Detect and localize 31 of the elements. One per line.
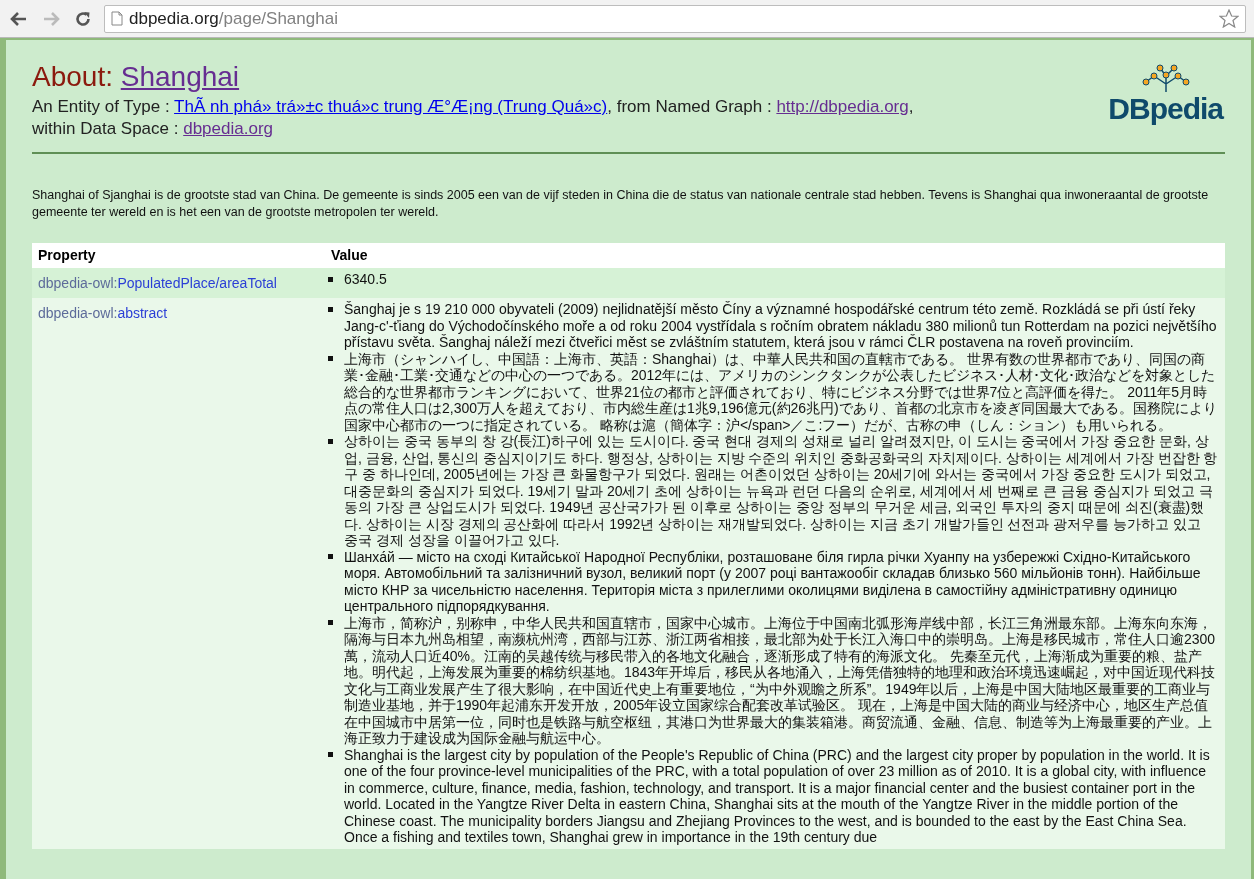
bullet-icon <box>328 356 333 361</box>
page-title: About: <box>32 61 113 92</box>
column-header: Value <box>325 243 1225 268</box>
column-header: Property <box>32 243 325 268</box>
page-icon <box>111 11 123 26</box>
bullet-icon <box>328 438 333 444</box>
property-value: 上海市，简称沪，别称申，中华人民共和国直辖市，国家中心城市。上海位于中国南北弧形海岸线中部，长江三角洲最东部。上海东向东海，隔海与日本九州岛相望，南濒杭州湾，西部与江苏、浙江两省相接，最北部为处于长江入海口中的崇明岛。上海是移民城市，常住人口逾2300萬，流动人口近40%。江南的吴越传统与移民带入的各地文化融合，逐渐形成了特有的海派文化。 先秦至元代，上海渐成为重要的粮、盐产地。明代起，上海发展为重要的棉纺织基地。1843年开埠后，移民从各地涌入，上海凭借独特的地理和政治环境迅速崛起，对中国近现代科技文化与工商业发展产生了很大影响，在中国近代史上有重要地位，“为中外观瞻之所系”。1949年以后，上海是中国大陆地区最重要的工商业与制造业基地，并于1990年起浦东开发开放，2005年设立国家综合配套改革试验区。 现在，上海是中国大陆的商业与经济中心，地区生产总值在中国城市中居第一位，同时也是铁路与航空枢纽，其港口为世界最大的集装箱港。商贸流通、金融、信息、制造等为上海最重要的产业。上海正致力于建设成为国际金融与航运中心。 <box>344 614 1217 747</box>
logo-icon <box>1139 64 1192 94</box>
bullet-icon <box>328 752 333 757</box>
address-bar[interactable]: dbpedia.org/page/Shanghai <box>104 4 1246 33</box>
property-value: 6340.5 <box>344 271 387 288</box>
bullet-icon <box>328 306 333 312</box>
property-value: Шанха́й — місто на сході Китайської Народної Республіки, розташоване біля гирла річки Хуанпу на узбережжі Східно-Китайського моря. Автомобільний та залізничний вузол, великий порт (у 2007 році вантажообіг складав близько 560 мільйонів тонн). Найбільше місто КНР за чисельністю населення. Територія міста з прилеглими околицями виділена в самостійну адміністративну одиницю центрального підпорядкування. <box>344 548 1202 615</box>
property-value: 上海市（シャンハイし、中国語：上海市、英語：Shanghai）は、中華人民共和国の直轄市である。 世界有数の世界都市であり、同国の商業･金融･工業･交通などの中心の一つである。2012年には、アメリカのシンクタンクが公表したビジネス･人材･文化･政治などを対象とした総合的な世界都市ランキングにおいて、世界21位の都市と評価されており、特にビジネス分野では世界7位と高評価を得た。 2011年5月時点の常住人口は2,300万人を超えており、市内総生産は1兆9,196億元(約26兆円)であり、首都の北京市を凌ぎ同国最大である。国務院により国家中心都市の一つに指定されている。 略称は滬（簡体字：沪</span>／こ:フー）だが、古称の申（しん：ション）も用いられる。 <box>344 350 1218 433</box>
link[interactable]: ThÃ nh phá» trá»±c thuá»c trung Æ°Æ¡ng (Trung Quá»c) <box>174 97 608 116</box>
title-link[interactable]: Shanghai <box>120 61 240 92</box>
bullet-icon <box>328 620 333 625</box>
property-value: 상하이는 중국 동부의 창 강(長江)하구에 있는 도시이다. 중국 현대 경제의 성채로 널리 알려졌지만, 이 도시는 중국에서 가장 중요한 문화, 상업, 금융, 산업, 통신의 중심지이기도 하다. 행정상, 상하이는 지방 수준의 위치인 중화공화국의 자치제이다. 상하이는 세계에서 가장 번잡한 항구 중 하나인데, 2005년에는 가장 큰 화물항구가 되었다. 원래는 어촌이었던 상하이는 20세기에 와서는 중국에서 가장 중요한 도시가 되었고, 대중문화의 중심지가 되었다. 19세기 말과 20세기 초에 상하이는 뉴욕과 런던 다음의 순위로, 세계에서 세 번째로 큰 금융 중심지가 되었고 극동의 가장 큰 상업도시가 되었다. 1949년 공산국가가 된 이후로 상하이는 중앙 정부의 무거운 세금, 외국인 투자의 중지 때문에 쇠진(衰盡)했다. 상하이는 시장 경제의 공산화에 따라서 1992년 상하이는 재개발되었다. 상하이는 지금 초기 개발가들인 선전과 광저우를 능가하고 있고 중국 경제 성장을 이끌어가고 있다. <box>344 433 1219 549</box>
property-value: Šanghaj je s 19 210 000 obyvateli (2009) nejlidnatější město Číny a významné hospodářské centrum této země. Rozkládá se při ústí řeky Jang-c'-ťiang do Východočínského moře a od roku 2004 vystřídala s ročním obratem nákladu 380 milionů tun Rotterdam na pozici největšího přístavu světa. Šanghaj náleží mezi čtveřici měst se zvláštním statutem, která jsou v rámci ČLR postavena na roveň provinciím. <box>344 301 1218 351</box>
bullet-icon <box>328 276 333 282</box>
link[interactable]: http://dbpedia.org <box>776 97 909 116</box>
entity-description: An Entity of Type : ThÃ nh phá» trá»±c thuá»c trung Æ°Æ¡ng (Trung Quá»c), from Named Graph : http://dbpedia.org, within Data Space : dbpedia.org <box>32 96 914 140</box>
summary-text: Shanghai of Sjanghai is de grootste stad van China. De gemeente is sinds 2005 een van de vijf steden in China die de status van nationale centrale stad hebben. Tevens is Shanghai qua inwoneraantal de grootste gemeente ter wereld en is het een van de grootste metropolen ter wereld. <box>32 187 1210 221</box>
property-link[interactable]: dbpedia-owl:PopulatedPlace/areaTotal <box>38 275 277 291</box>
bookmark-star-icon[interactable] <box>1219 9 1239 28</box>
property-value: Shanghai is the largest city by population of the People's Republic of China (PRC) and the largest city proper by population in the world. It is one of the four province-level municipalities of the PRC, with a total population of over 23 million as of 2010. It is a global city, with influence in commerce, culture, finance, media, fashion, technology, and transport. It is a major financial center and the busiest container port in the world. Located in the Yangtze River Delta in eastern China, Shanghai sits at the mouth of the Yangtze River in the middle portion of the Chinese coast. The municipality borders Jiangsu and Zhejiang Provinces to the west, and is bounded to the east by the East China Sea. Once a fishing and textiles town, Shanghai grew in importance in the 19th century due <box>344 746 1211 846</box>
url-text: dbpedia.org/page/Shanghai <box>129 7 338 30</box>
logo-text: DBpedia <box>1108 94 1223 124</box>
bullet-icon <box>328 554 333 559</box>
property-link[interactable]: dbpedia-owl:abstract <box>38 305 168 321</box>
link[interactable]: dbpedia.org <box>183 119 273 138</box>
